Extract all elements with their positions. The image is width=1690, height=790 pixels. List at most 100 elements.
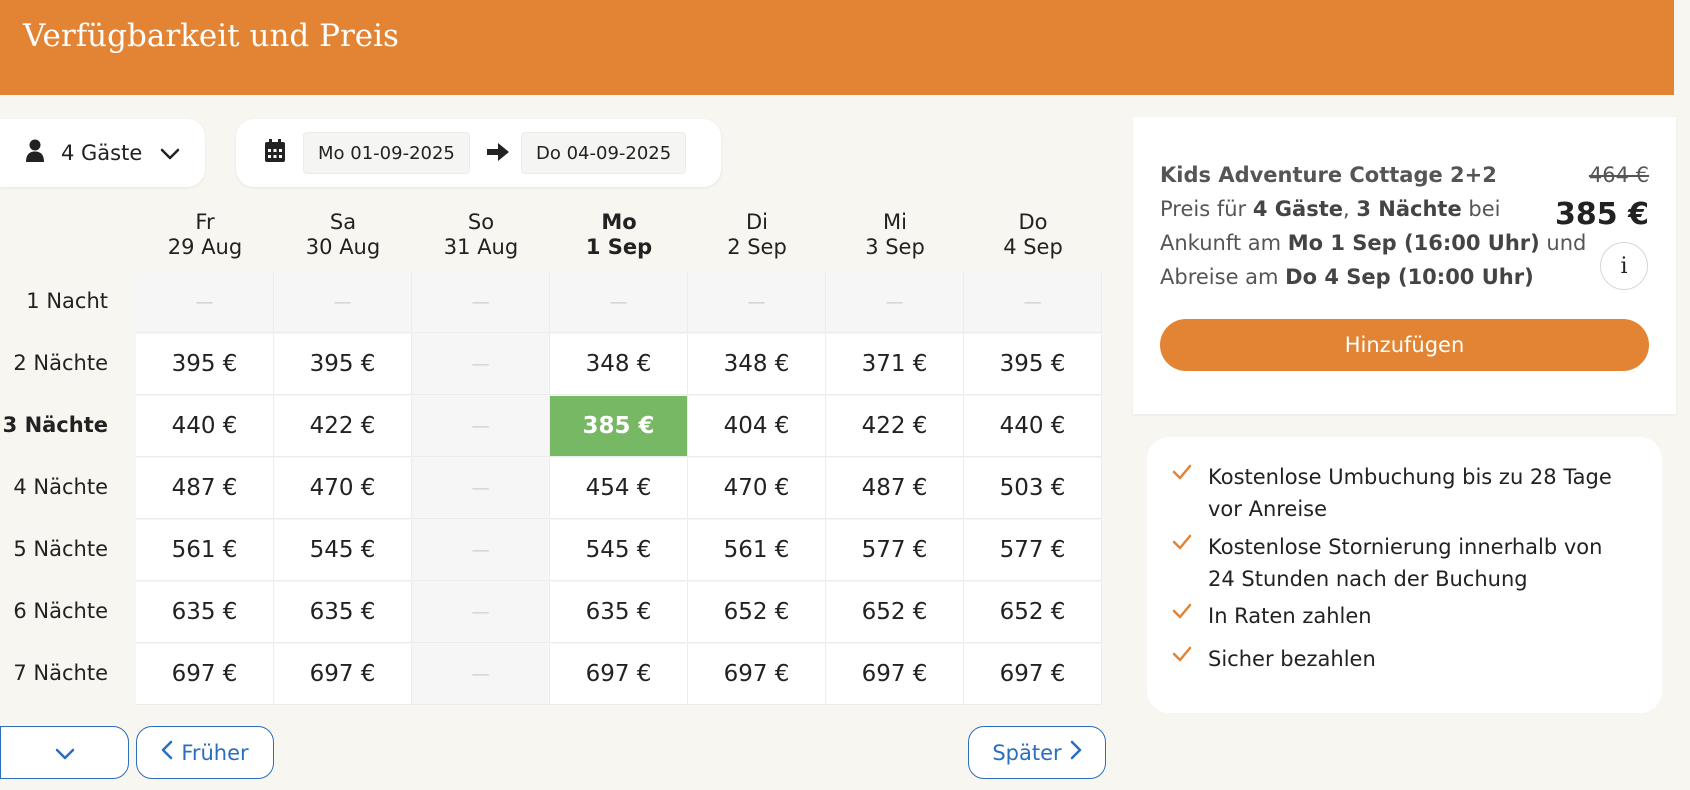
price-cell[interactable]: 561 € bbox=[136, 520, 274, 581]
price-cell-unavailable: — bbox=[412, 582, 550, 643]
feature-text: In Raten zahlen bbox=[1208, 604, 1372, 628]
date-to-field[interactable]: Do 04-09-2025 bbox=[521, 132, 687, 174]
column-day: Fr bbox=[195, 210, 215, 234]
row-label: 1 Nacht bbox=[26, 289, 108, 313]
text-fragment: Abreise am bbox=[1160, 265, 1286, 289]
price-cell-unavailable: — bbox=[136, 272, 274, 333]
price-cell-unavailable: — bbox=[688, 272, 826, 333]
page-title: Verfügbarkeit und Preis bbox=[23, 18, 399, 54]
price-cell[interactable]: 697 € bbox=[826, 644, 964, 705]
price-cell-unavailable: — bbox=[412, 520, 550, 581]
chevron-right-icon bbox=[1070, 740, 1082, 765]
chevron-down-icon bbox=[160, 141, 180, 165]
price-cell[interactable]: 652 € bbox=[964, 582, 1102, 643]
price-cell[interactable]: 395 € bbox=[136, 334, 274, 395]
price-cell[interactable]: 348 € bbox=[550, 334, 688, 395]
info-button[interactable]: i bbox=[1600, 242, 1648, 290]
price-cell[interactable]: 487 € bbox=[136, 458, 274, 519]
arrival-line: Ankunft am Mo 1 Sep (16:00 Uhr) und bbox=[1160, 231, 1586, 255]
price-cell[interactable]: 697 € bbox=[688, 644, 826, 705]
price-cell[interactable]: 561 € bbox=[688, 520, 826, 581]
price-cell[interactable]: 385 € bbox=[550, 396, 688, 457]
booking-summary: Kids Adventure Cottage 2+2 464 € 385 € P… bbox=[1133, 117, 1676, 414]
row-label: 5 Nächte bbox=[13, 537, 108, 561]
price-cell[interactable]: 545 € bbox=[550, 520, 688, 581]
feature-item: Kostenlose Umbuchung bis zu 28 Tage vor … bbox=[1172, 461, 1628, 525]
price-cell[interactable]: 470 € bbox=[688, 458, 826, 519]
feature-item: Kostenlose Stornierung innerhalb von 24 … bbox=[1172, 531, 1628, 595]
price-cell[interactable]: 697 € bbox=[274, 644, 412, 705]
later-button[interactable]: Später bbox=[968, 726, 1106, 779]
column-day: Mi bbox=[883, 210, 907, 234]
price-cell-unavailable: — bbox=[412, 272, 550, 333]
guests-selector[interactable]: 4 Gäste bbox=[0, 119, 205, 187]
price-cell[interactable]: 422 € bbox=[826, 396, 964, 457]
earlier-button[interactable]: Früher bbox=[136, 726, 274, 779]
nights-count: 3 Nächte bbox=[1356, 197, 1462, 221]
price-cell[interactable]: 395 € bbox=[964, 334, 1102, 395]
check-icon bbox=[1172, 531, 1194, 595]
price-cell[interactable]: 487 € bbox=[826, 458, 964, 519]
date-from-field[interactable]: Mo 01-09-2025 bbox=[303, 132, 470, 174]
text-fragment: und bbox=[1539, 231, 1587, 255]
person-icon bbox=[25, 139, 45, 168]
price-cell-unavailable: — bbox=[412, 396, 550, 457]
column-header: Fr 29 Aug bbox=[136, 210, 274, 260]
price-cell-unavailable: — bbox=[412, 334, 550, 395]
price-cell[interactable]: 454 € bbox=[550, 458, 688, 519]
price-cell[interactable]: 395 € bbox=[274, 334, 412, 395]
price-cell[interactable]: 545 € bbox=[274, 520, 412, 581]
row-label: 4 Nächte bbox=[13, 475, 108, 499]
price-details-line: Preis für 4 Gäste, 3 Nächte bei bbox=[1160, 197, 1500, 221]
price-cell[interactable]: 635 € bbox=[550, 582, 688, 643]
price-cell[interactable]: 652 € bbox=[826, 582, 964, 643]
column-header: Mo 1 Sep bbox=[550, 210, 688, 260]
check-icon bbox=[1172, 461, 1194, 525]
price-cell[interactable]: 697 € bbox=[550, 644, 688, 705]
price-cell-unavailable: — bbox=[964, 272, 1102, 333]
price-cell[interactable]: 652 € bbox=[688, 582, 826, 643]
price-cell[interactable]: 348 € bbox=[688, 334, 826, 395]
column-date: 4 Sep bbox=[1003, 235, 1063, 259]
price-cell[interactable]: 635 € bbox=[274, 582, 412, 643]
arrival-date: Mo 1 Sep (16:00 Uhr) bbox=[1287, 231, 1540, 255]
price-cell[interactable]: 697 € bbox=[136, 644, 274, 705]
price-cell[interactable]: 503 € bbox=[964, 458, 1102, 519]
price-cell-unavailable: — bbox=[412, 644, 550, 705]
features-list: Kostenlose Umbuchung bis zu 28 Tage vor … bbox=[1147, 437, 1662, 713]
column-header: Do 4 Sep bbox=[964, 210, 1102, 260]
price-cell[interactable]: 577 € bbox=[826, 520, 964, 581]
feature-item: Sicher bezahlen bbox=[1172, 643, 1628, 675]
price-cell[interactable]: 440 € bbox=[136, 396, 274, 457]
column-day: Mo bbox=[601, 210, 637, 234]
total-price: 385 € bbox=[1555, 197, 1649, 232]
add-button[interactable]: Hinzufügen bbox=[1160, 319, 1649, 371]
page-header: Verfügbarkeit und Preis bbox=[0, 0, 1674, 95]
price-cell[interactable]: 422 € bbox=[274, 396, 412, 457]
column-date: 3 Sep bbox=[865, 235, 925, 259]
feature-item: In Raten zahlen bbox=[1172, 600, 1628, 632]
price-cell-unavailable: — bbox=[412, 458, 550, 519]
price-cell[interactable]: 577 € bbox=[964, 520, 1102, 581]
column-day: Do bbox=[1018, 210, 1048, 234]
feature-text: Kostenlose Stornierung innerhalb von 24 … bbox=[1208, 535, 1603, 591]
feature-text: Sicher bezahlen bbox=[1208, 647, 1376, 671]
guests-label: 4 Gäste bbox=[61, 141, 143, 165]
price-cell[interactable]: 697 € bbox=[964, 644, 1102, 705]
price-cell[interactable]: 470 € bbox=[274, 458, 412, 519]
row-label: 3 Nächte bbox=[2, 413, 108, 437]
price-cell[interactable]: 371 € bbox=[826, 334, 964, 395]
guests-count: 4 Gäste bbox=[1252, 197, 1343, 221]
text-fragment: bei bbox=[1461, 197, 1501, 221]
expand-button[interactable] bbox=[0, 726, 129, 779]
earlier-label: Früher bbox=[181, 740, 249, 765]
price-cell-unavailable: — bbox=[274, 272, 412, 333]
chevron-down-icon bbox=[55, 741, 75, 765]
price-cell[interactable]: 440 € bbox=[964, 396, 1102, 457]
price-cell[interactable]: 404 € bbox=[688, 396, 826, 457]
price-cell[interactable]: 635 € bbox=[136, 582, 274, 643]
calendar-icon[interactable] bbox=[264, 139, 286, 167]
check-icon bbox=[1172, 643, 1194, 675]
original-price: 464 € bbox=[1588, 163, 1649, 187]
column-day: Di bbox=[745, 210, 768, 234]
